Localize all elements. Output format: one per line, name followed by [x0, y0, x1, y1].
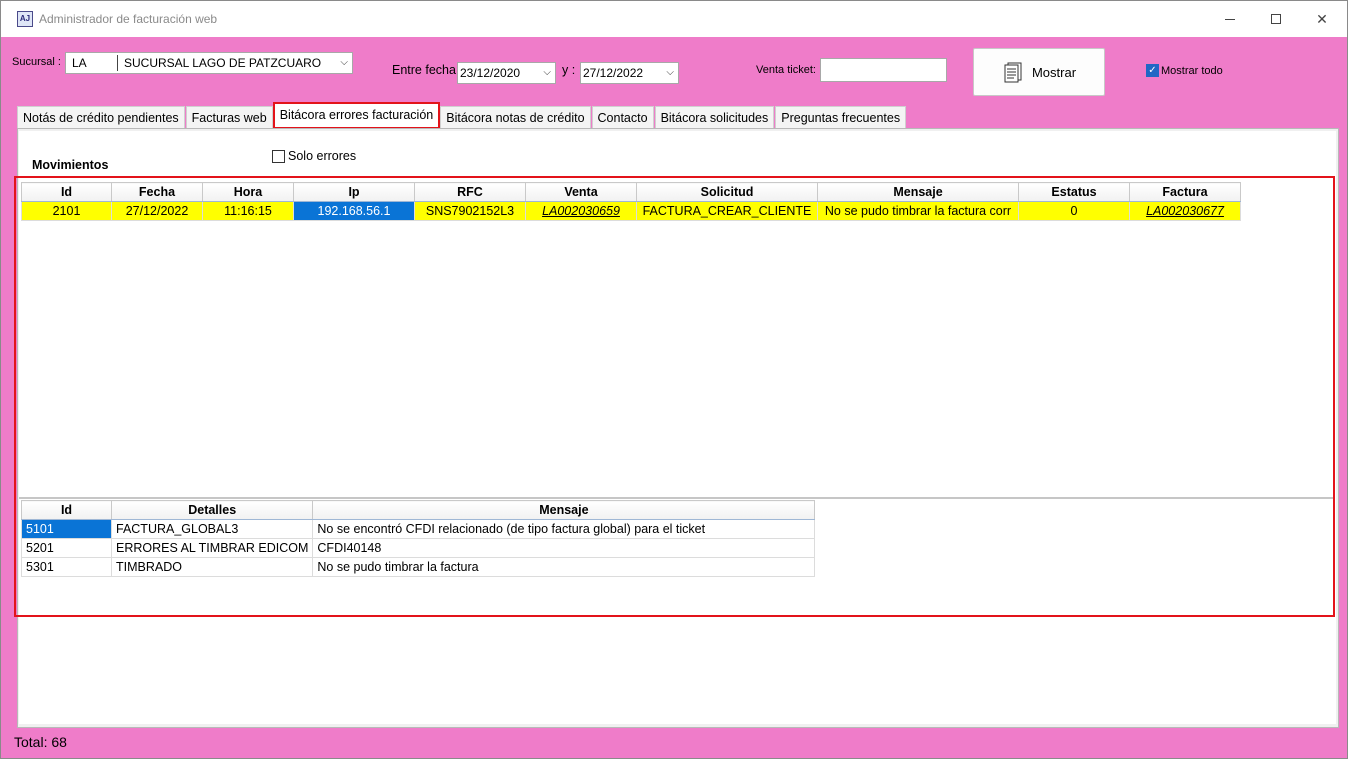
venta-ticket-input[interactable]	[820, 58, 947, 82]
mostrar-button-label: Mostrar	[1031, 64, 1077, 80]
tab-facturas-web[interactable]: Facturas web	[185, 106, 273, 128]
mostrar-todo-label: Mostrar todo	[1161, 65, 1223, 77]
minimize-button[interactable]	[1207, 1, 1253, 37]
column-header-id[interactable]: Id	[21, 182, 112, 202]
cell-ip[interactable]: 192.168.56.1	[293, 201, 415, 221]
tab-bitacora-solicitudes[interactable]: Bitácora solicitudes	[654, 106, 775, 128]
cell-factura[interactable]: LA002030677	[1129, 201, 1241, 221]
tab-notas-credito-pendientes[interactable]: Notás de crédito pendientes	[17, 106, 185, 128]
cell-venta[interactable]: LA002030659	[525, 201, 637, 221]
fecha-fin-picker[interactable]: 27/12/2022 ⌵	[580, 62, 679, 84]
documents-icon	[1004, 62, 1022, 83]
y-label: y :	[562, 63, 576, 77]
cell-id[interactable]: 2101	[21, 201, 112, 221]
maximize-icon	[1271, 14, 1281, 24]
tab-bar: Notás de crédito pendientes Facturas web…	[17, 102, 907, 129]
sucursal-name: SUCURSAL LAGO DE PATZCUARO	[124, 56, 322, 70]
cell-id[interactable]: 5301	[21, 557, 112, 577]
solo-errores-label: Solo errores	[288, 149, 357, 163]
fecha-inicio-value: 23/12/2020	[460, 66, 521, 80]
solo-errores-checkbox[interactable]	[272, 150, 285, 163]
cell-mensaje[interactable]: No se pudo timbrar la factura	[312, 557, 816, 577]
table-row[interactable]: 5101 FACTURA_GLOBAL3 No se encontró CFDI…	[21, 519, 816, 539]
chevron-down-icon: ⌵	[340, 57, 348, 68]
fecha-fin-value: 27/12/2022	[583, 66, 644, 80]
app-icon: AJ	[17, 11, 33, 27]
title-bar: AJ Administrador de facturación web ✕	[1, 1, 1347, 37]
column-header-ip[interactable]: Ip	[293, 182, 415, 202]
sucursal-code: LA	[72, 56, 87, 70]
column-separator	[117, 55, 118, 71]
column-header-solicitud[interactable]: Solicitud	[636, 182, 818, 202]
minimize-icon	[1225, 18, 1235, 20]
tab-bitacora-notas-credito[interactable]: Bitácora notas de crédito	[440, 106, 591, 128]
sucursal-label: Sucursal :	[12, 56, 61, 68]
detalles-header-row: Id Detalles Mensaje	[21, 500, 816, 520]
movimientos-grid[interactable]: Id Fecha Hora Ip RFC Venta Solicitud Men…	[21, 182, 1241, 221]
close-button[interactable]: ✕	[1299, 1, 1345, 37]
factura-link[interactable]: LA002030677	[1146, 204, 1224, 218]
cell-solicitud[interactable]: FACTURA_CREAR_CLIENTE	[636, 201, 818, 221]
cell-detalle[interactable]: ERRORES AL TIMBRAR EDICOM	[110, 538, 314, 558]
movimientos-header-row: Id Fecha Hora Ip RFC Venta Solicitud Men…	[21, 182, 1241, 202]
column-header-mensaje[interactable]: Mensaje	[817, 182, 1019, 202]
table-row[interactable]: 5301 TIMBRADO No se pudo timbrar la fact…	[21, 557, 816, 577]
maximize-button[interactable]	[1253, 1, 1299, 37]
cell-mensaje[interactable]: No se pudo timbrar la factura corr	[817, 201, 1019, 221]
cell-detalle[interactable]: TIMBRADO	[110, 557, 314, 577]
mostrar-button[interactable]: Mostrar	[973, 48, 1105, 96]
entre-fecha-label: Entre fecha	[392, 63, 456, 77]
cell-rfc[interactable]: SNS7902152L3	[414, 201, 526, 221]
cell-id[interactable]: 5201	[21, 538, 112, 558]
total-count: Total: 68	[14, 734, 67, 750]
table-row[interactable]: 5201 ERRORES AL TIMBRAR EDICOM CFDI40148	[21, 538, 816, 558]
splitter[interactable]	[19, 497, 1333, 499]
column-header-venta[interactable]: Venta	[525, 182, 637, 202]
sucursal-select[interactable]: LA SUCURSAL LAGO DE PATZCUARO ⌵	[65, 52, 353, 74]
cell-mensaje[interactable]: No se encontró CFDI relacionado (de tipo…	[312, 519, 816, 539]
column-header-id[interactable]: Id	[21, 500, 112, 520]
cell-detalle[interactable]: FACTURA_GLOBAL3	[110, 519, 314, 539]
column-header-detalles[interactable]: Detalles	[110, 500, 314, 520]
chevron-down-icon: ⌵	[666, 67, 674, 78]
venta-ticket-label: Venta ticket:	[756, 64, 816, 76]
cell-mensaje[interactable]: CFDI40148	[312, 538, 816, 558]
tab-preguntas-frecuentes[interactable]: Preguntas frecuentes	[775, 106, 907, 128]
column-header-hora[interactable]: Hora	[202, 182, 294, 202]
mostrar-todo-checkbox[interactable]: ✓	[1146, 64, 1159, 77]
column-header-rfc[interactable]: RFC	[414, 182, 526, 202]
cell-id[interactable]: 5101	[21, 519, 112, 539]
tab-bitacora-errores-facturacion[interactable]: Bitácora errores facturación	[272, 102, 441, 129]
cell-fecha[interactable]: 27/12/2022	[111, 201, 203, 221]
movimientos-title: Movimientos	[32, 158, 109, 172]
column-header-estatus[interactable]: Estatus	[1018, 182, 1130, 202]
app-window: AJ Administrador de facturación web ✕ Su…	[0, 0, 1348, 759]
venta-link[interactable]: LA002030659	[542, 204, 620, 218]
fecha-inicio-picker[interactable]: 23/12/2020 ⌵	[457, 62, 556, 84]
table-row[interactable]: 2101 27/12/2022 11:16:15 192.168.56.1 SN…	[21, 201, 1241, 221]
close-icon: ✕	[1316, 10, 1328, 27]
column-header-fecha[interactable]: Fecha	[111, 182, 203, 202]
chevron-down-icon: ⌵	[543, 67, 551, 78]
column-header-factura[interactable]: Factura	[1129, 182, 1241, 202]
cell-hora[interactable]: 11:16:15	[202, 201, 294, 221]
cell-estatus[interactable]: 0	[1018, 201, 1130, 221]
column-header-mensaje[interactable]: Mensaje	[312, 500, 816, 520]
tab-contacto[interactable]: Contacto	[591, 106, 654, 128]
window-title: Administrador de facturación web	[39, 12, 218, 26]
detalles-grid[interactable]: Id Detalles Mensaje 5101 FACTURA_GLOBAL3…	[21, 500, 816, 577]
